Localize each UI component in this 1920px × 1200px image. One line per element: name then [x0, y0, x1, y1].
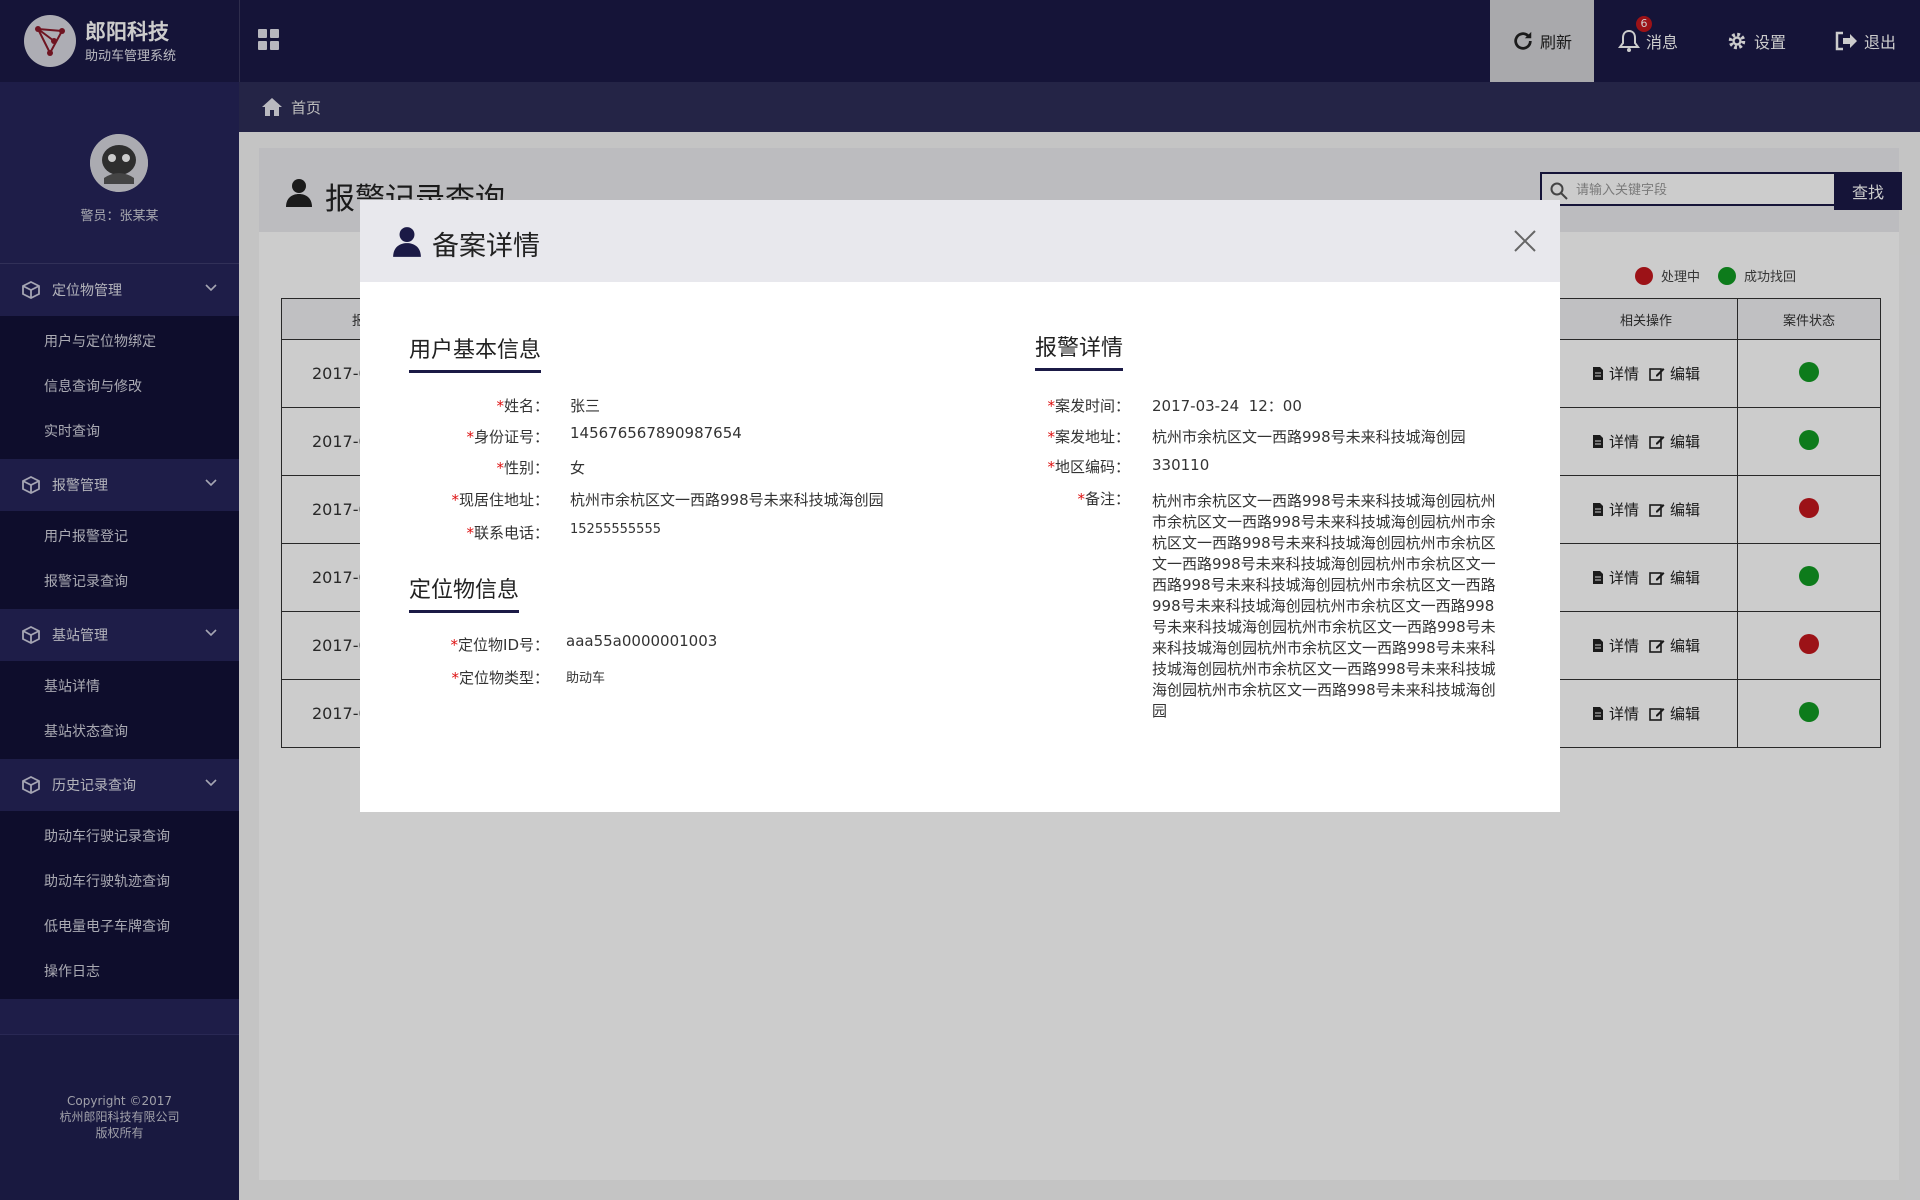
field-value-name: 张三	[570, 397, 601, 415]
field-label-address: *现居住地址：	[451, 491, 549, 509]
field-value-id-number: 145676567890987654	[570, 424, 742, 442]
field-label-device-type: *定位物类型：	[451, 669, 549, 687]
field-value-region-code: 330110	[1152, 456, 1210, 474]
field-label-name: *姓名：	[496, 397, 549, 415]
device-info-title: 定位物信息	[409, 572, 520, 613]
user-icon	[393, 227, 421, 257]
field-value-remark: 杭州市余杭区文一西路998号未来科技城海创园杭州市余杭区文一西路998号未来科技…	[1152, 492, 1496, 720]
alarm-details-title: 报警详情	[1035, 330, 1124, 371]
field-label-remark: *备注：	[1077, 490, 1130, 508]
app-root: 郎阳科技 助动车管理系统 刷新 6 消息 设置 退出 警员：张某某 定位物管理 …	[0, 0, 1920, 1200]
field-label-incident-address: *案发地址：	[1047, 428, 1130, 446]
field-label-gender: *性别：	[496, 459, 549, 477]
field-label-incident-time: *案发时间：	[1047, 397, 1130, 415]
field-label-device-id: *定位物ID号：	[450, 636, 549, 654]
user-info-title: 用户基本信息	[409, 332, 542, 373]
close-icon[interactable]	[1512, 228, 1538, 254]
field-value-incident-time: 2017-03-24 12：00	[1152, 397, 1302, 415]
modal-overlay[interactable]: 备案详情 用户基本信息 *姓名： 张三 *身份证号： 1456765678909…	[0, 0, 1920, 1200]
field-value-device-type: 助动车	[566, 671, 606, 686]
field-value-phone: 15255555555	[570, 522, 661, 537]
field-label-phone: *联系电话：	[466, 524, 549, 542]
modal-header: 备案详情	[360, 200, 1560, 282]
field-value-incident-address: 杭州市余杭区文一西路998号未来科技城海创园	[1152, 428, 1466, 446]
modal-title: 备案详情	[432, 231, 540, 262]
field-value-address: 杭州市余杭区文一西路998号未来科技城海创园	[570, 491, 884, 509]
field-label-id-number: *身份证号：	[466, 428, 549, 446]
field-label-region-code: *地区编码：	[1047, 458, 1130, 476]
field-value-device-id: aaa55a0000001003	[566, 632, 718, 650]
record-detail-modal: 备案详情 用户基本信息 *姓名： 张三 *身份证号： 1456765678909…	[360, 200, 1560, 812]
field-value-gender: 女	[570, 459, 586, 477]
